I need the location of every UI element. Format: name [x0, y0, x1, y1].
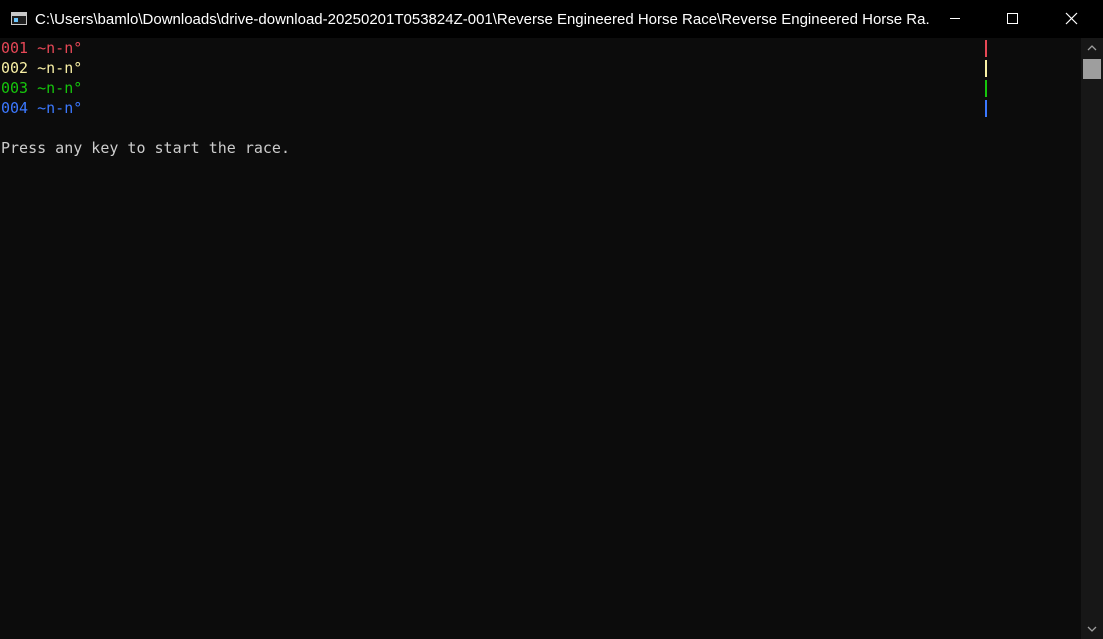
maximize-button[interactable] [984, 0, 1042, 38]
race-lane-3: 003 ~n-n° [1, 78, 82, 98]
window-title: C:\Users\bamlo\Downloads\drive-download-… [35, 11, 930, 28]
scroll-thumb[interactable] [1083, 59, 1101, 79]
console-window: C:\Users\bamlo\Downloads\drive-download-… [0, 0, 1103, 639]
finish-line-1 [985, 40, 987, 57]
lane-number: 003 [1, 79, 29, 97]
lane-number: 002 [1, 59, 29, 77]
vertical-scrollbar[interactable] [1081, 38, 1103, 639]
race-lane-1: 001 ~n-n° [1, 38, 82, 58]
console-output[interactable]: 001 ~n-n° 002 ~n-n° 003 ~n-n° 004 ~n-n° … [0, 38, 1081, 639]
race-lane-4: 004 ~n-n° [1, 98, 82, 118]
horse-glyph: ~n-n° [37, 79, 83, 97]
close-icon [1065, 12, 1078, 25]
minimize-button[interactable] [926, 0, 984, 38]
finish-line-4 [985, 100, 987, 117]
start-prompt: Press any key to start the race. [1, 139, 290, 157]
finish-line-2 [985, 60, 987, 77]
race-lane-2: 002 ~n-n° [1, 58, 82, 78]
scroll-up-arrow-icon[interactable] [1086, 42, 1098, 54]
minimize-icon [950, 18, 960, 19]
title-bar[interactable]: C:\Users\bamlo\Downloads\drive-download-… [0, 0, 1103, 38]
horse-glyph: ~n-n° [37, 59, 83, 77]
console-app-icon [11, 12, 27, 25]
horse-glyph: ~n-n° [37, 39, 83, 57]
maximize-icon [1007, 13, 1018, 24]
scroll-down-arrow-icon[interactable] [1086, 623, 1098, 635]
close-button[interactable] [1042, 0, 1103, 38]
lane-number: 004 [1, 99, 29, 117]
horse-glyph: ~n-n° [37, 99, 83, 117]
lane-number: 001 [1, 39, 29, 57]
finish-line-3 [985, 80, 987, 97]
